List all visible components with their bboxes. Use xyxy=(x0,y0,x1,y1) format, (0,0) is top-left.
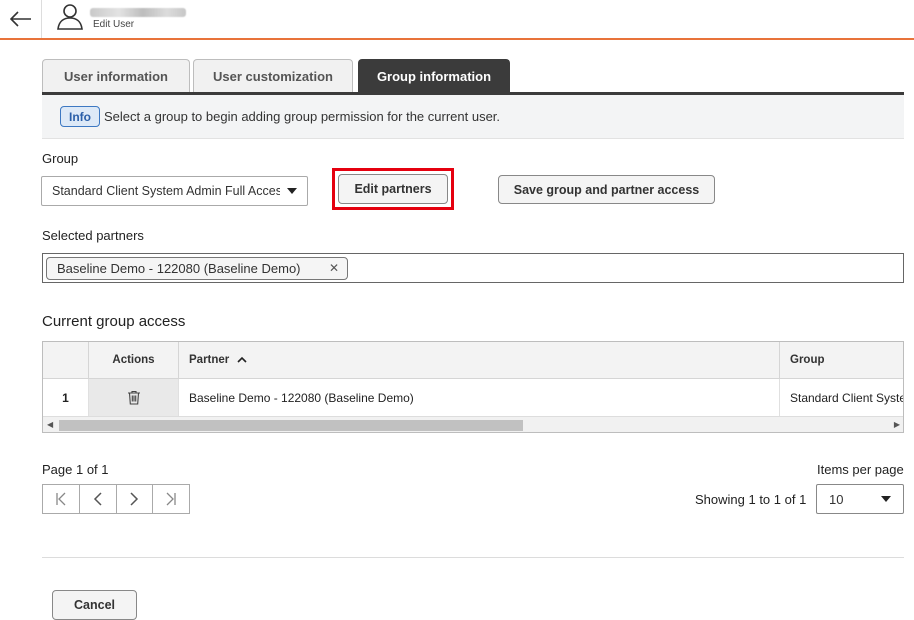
items-per-page-label: Items per page xyxy=(817,462,904,477)
partner-chip-label: Baseline Demo - 122080 (Baseline Demo) xyxy=(57,261,301,276)
info-message: Select a group to begin adding group per… xyxy=(104,109,501,124)
group-select[interactable]: Standard Client System Admin Full Access xyxy=(41,176,308,206)
actions-cell xyxy=(89,379,179,416)
partner-chip: Baseline Demo - 122080 (Baseline Demo) ✕ xyxy=(46,257,348,280)
back-button[interactable] xyxy=(0,0,42,38)
save-group-button[interactable]: Save group and partner access xyxy=(498,175,715,204)
chevron-left-icon xyxy=(93,492,102,506)
group-cell: Standard Client System Admin Full Access xyxy=(780,379,903,416)
last-page-button[interactable] xyxy=(153,485,189,513)
page-indicator: Page 1 of 1 xyxy=(42,462,109,477)
first-page-button[interactable] xyxy=(43,485,80,513)
next-page-button[interactable] xyxy=(117,485,154,513)
app-header xyxy=(0,0,914,40)
partner-cell: Baseline Demo - 122080 (Baseline Demo) xyxy=(179,379,780,416)
group-label: Group xyxy=(42,151,79,166)
trash-icon[interactable] xyxy=(127,390,141,405)
edit-user-label: Edit User xyxy=(93,19,135,30)
footer-divider xyxy=(42,557,904,558)
actions-column-header: Actions xyxy=(89,342,179,379)
scrollbar-thumb[interactable] xyxy=(59,420,523,431)
tab-user-customization[interactable]: User customization xyxy=(193,59,353,93)
items-per-page-value: 10 xyxy=(829,491,844,507)
group-access-grid: Actions Partner Group 1 Baseline Demo - … xyxy=(42,341,904,433)
cancel-button[interactable]: Cancel xyxy=(52,590,137,620)
group-column-header: Group xyxy=(780,342,903,379)
tab-group-information[interactable]: Group information xyxy=(358,59,510,93)
last-page-icon xyxy=(166,492,176,506)
horizontal-scrollbar[interactable]: ◀ ▶ xyxy=(43,416,903,432)
previous-page-button[interactable] xyxy=(80,485,117,513)
partner-column-label: Partner xyxy=(189,354,230,366)
scroll-right-icon[interactable]: ▶ xyxy=(894,420,900,429)
first-page-icon xyxy=(56,492,66,506)
edit-partners-button[interactable]: Edit partners xyxy=(338,174,448,204)
remove-chip-icon[interactable]: ✕ xyxy=(329,261,339,275)
row-number-header xyxy=(43,342,89,379)
sort-ascending-icon xyxy=(237,356,247,363)
row-number: 1 xyxy=(43,379,89,416)
arrow-left-icon xyxy=(9,11,31,27)
caret-down-icon xyxy=(287,188,297,194)
tab-user-information[interactable]: User information xyxy=(42,59,190,93)
chevron-right-icon xyxy=(130,492,139,506)
user-name-redacted xyxy=(90,8,186,17)
group-select-value: Standard Client System Admin Full Access xyxy=(52,184,280,198)
scroll-left-icon[interactable]: ◀ xyxy=(47,420,53,429)
info-badge: Info xyxy=(60,106,100,127)
pagination-controls xyxy=(42,484,190,514)
showing-count: Showing 1 to 1 of 1 xyxy=(695,492,807,507)
partner-column-header[interactable]: Partner xyxy=(179,342,780,379)
current-group-access-title: Current group access xyxy=(42,313,186,330)
caret-down-icon xyxy=(881,496,891,502)
selected-partners-label: Selected partners xyxy=(42,228,144,243)
items-per-page-select[interactable]: 10 xyxy=(816,484,904,514)
user-icon xyxy=(56,2,84,30)
